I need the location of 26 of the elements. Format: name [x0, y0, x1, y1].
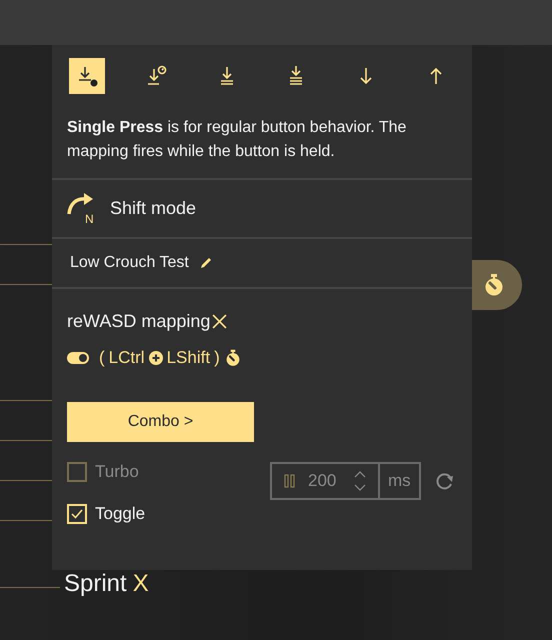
macro-pill[interactable]: [472, 260, 522, 310]
close-icon[interactable]: [212, 314, 228, 329]
key-text: LShift: [166, 348, 210, 368]
shift-mode-label: Shift mode: [110, 198, 196, 219]
delay-value: 200: [308, 471, 338, 491]
description-text: Single Press is for regular button behavior. The mapping fires while the button is held.: [67, 118, 408, 162]
toggle-switch[interactable]: [67, 352, 89, 364]
plus-icon: [148, 351, 163, 365]
paren-text: (: [99, 348, 105, 368]
pencil-icon[interactable]: [198, 256, 213, 270]
key-label: X: [132, 570, 149, 598]
combo-button[interactable]: Combo >: [67, 402, 254, 442]
stopwatch-icon[interactable]: [224, 349, 242, 367]
mapping-name: Low Crouch Test: [70, 254, 189, 272]
checkmark-icon: [70, 507, 84, 521]
activator-tab[interactable]: [69, 58, 105, 94]
unit-label: ms: [378, 464, 419, 498]
mapping-label: Sprint: [64, 570, 127, 598]
mapping-title: reWASD mapping: [67, 311, 210, 332]
shift-letter: N: [85, 212, 94, 226]
paren-text: ): [214, 348, 220, 368]
option-label: Turbo: [95, 462, 139, 482]
key-text: LCtrl: [108, 348, 145, 368]
pause-icon: [284, 474, 296, 488]
option-label: Toggle: [95, 504, 146, 524]
reset-icon[interactable]: [434, 471, 455, 491]
